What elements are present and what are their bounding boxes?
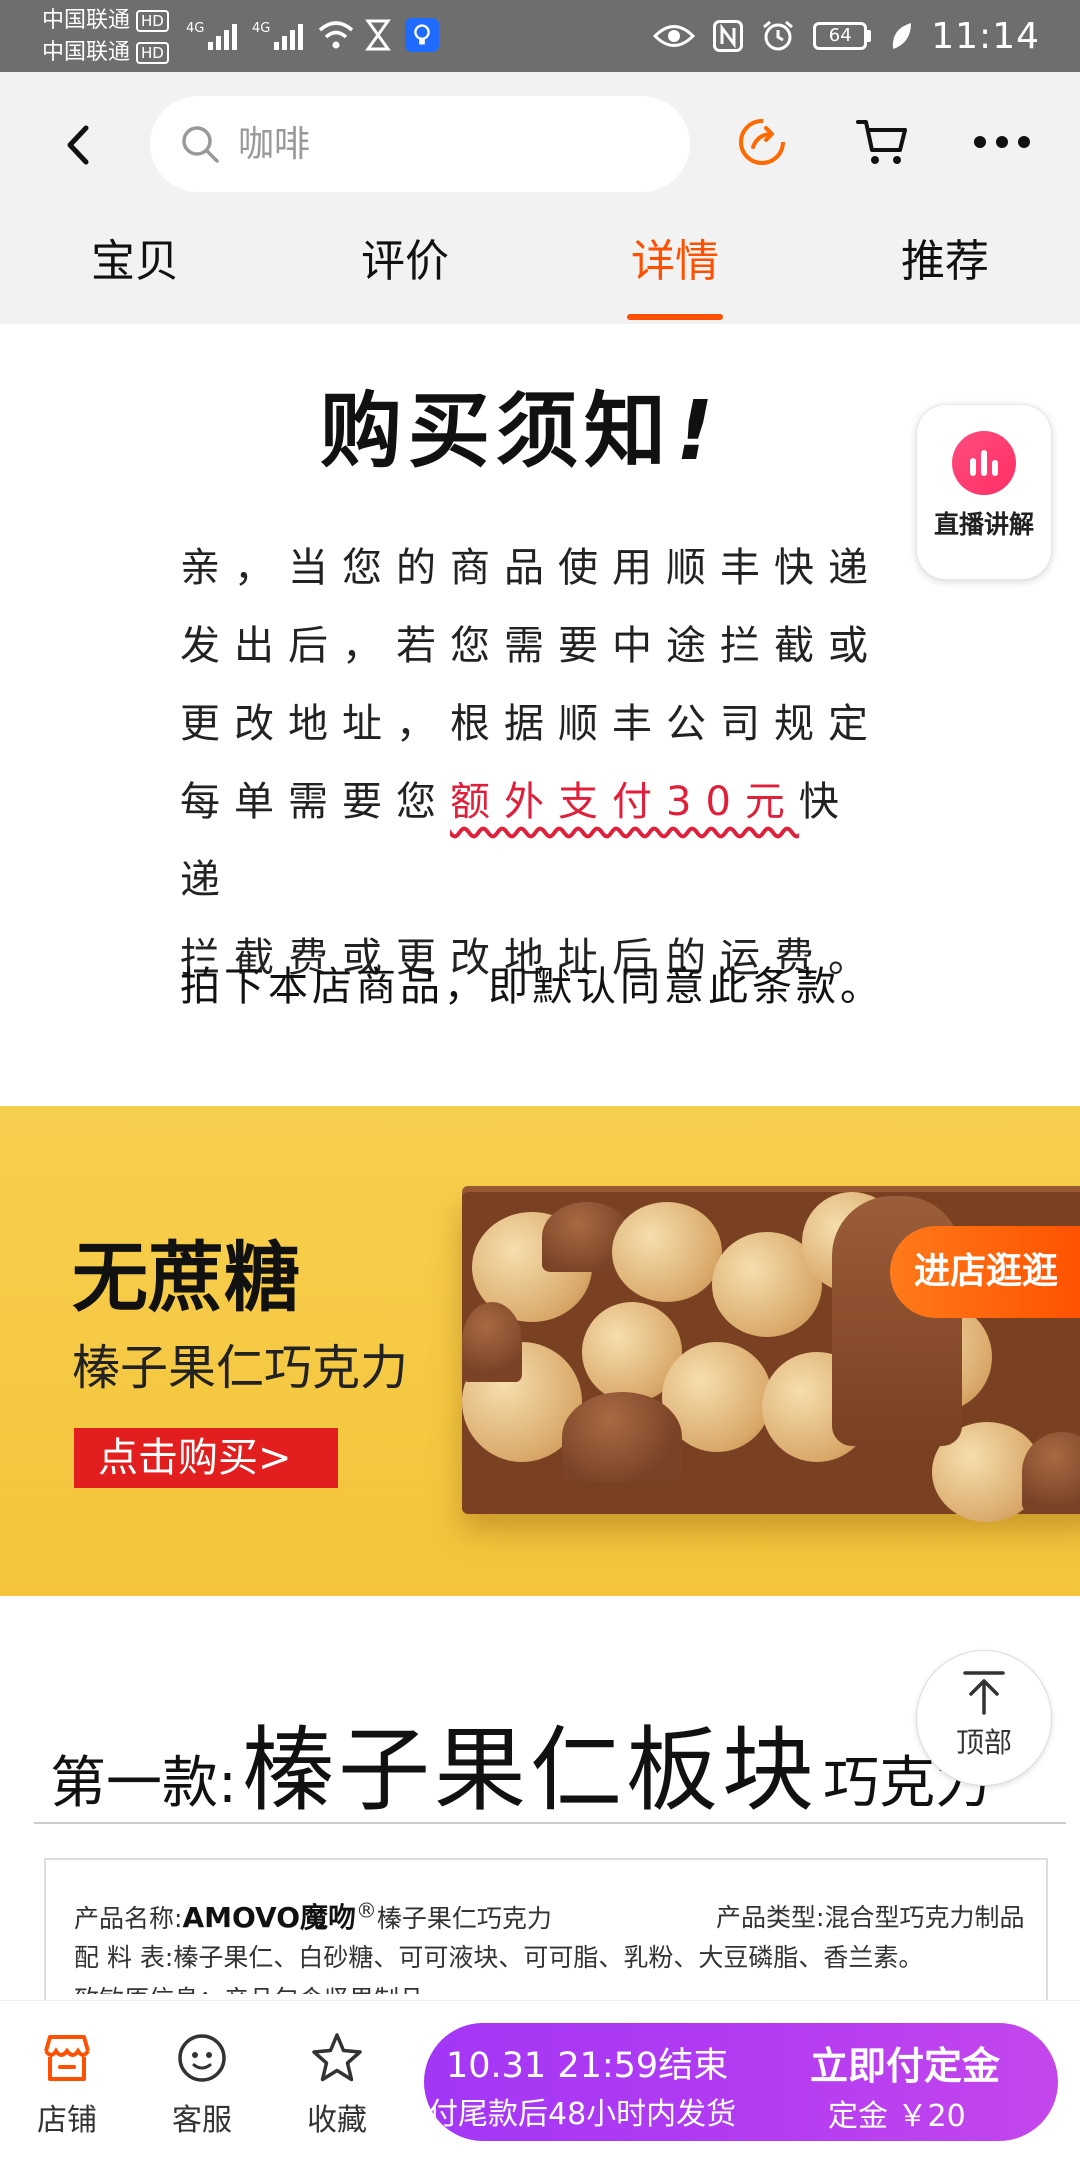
tab-details[interactable]: 详情 xyxy=(540,222,810,322)
spec-name-value: 榛子果仁巧克力 xyxy=(376,1904,552,1933)
product-name: 榛子果仁板块 xyxy=(241,1717,818,1824)
app-notification-icon xyxy=(405,18,439,52)
battery-indicator: 64 xyxy=(813,22,872,50)
notice-title-mark: ! xyxy=(676,384,720,479)
spec-type-row: 产品类型:混合型巧克力制品 xyxy=(716,1898,1024,1934)
product-heading: 第一款: 榛子果仁板块 巧克力 xyxy=(50,1696,991,1829)
banner-subtitle: 榛子果仁巧克力 xyxy=(72,1340,409,1396)
product-prefix: 第一款: xyxy=(50,1751,237,1816)
notice-body: 亲，当您的商品使用顺丰快递 发出后，若您需要中途拦截或 更改地址，根据顺丰公司规… xyxy=(180,529,900,997)
back-to-top-label: 顶部 xyxy=(955,1726,1012,1759)
shop-label: 店铺 xyxy=(37,2103,97,2138)
arrow-up-icon xyxy=(963,1671,1005,1715)
presale-end-time: 10.31 21:59结束 xyxy=(446,2046,729,2086)
notice-title: 购买须知! xyxy=(320,364,719,483)
svg-text:4G: 4G xyxy=(186,21,204,36)
more-icon xyxy=(974,136,1030,148)
hourglass-icon xyxy=(365,19,391,51)
shipping-note: 付尾款后48小时内发货 xyxy=(428,2097,737,2132)
back-icon xyxy=(67,125,89,165)
alarm-icon xyxy=(763,20,794,51)
hd-badge-1: HD xyxy=(136,10,169,32)
banner-buy-button[interactable]: 点击购买> xyxy=(74,1428,338,1488)
notice-title-text: 购买须知 xyxy=(320,384,673,479)
promo-banner[interactable]: 无蔗糖 榛子果仁巧克力 点击购买> xyxy=(0,1106,1080,1596)
tab-recommend[interactable]: 推荐 xyxy=(810,222,1080,322)
live-icon xyxy=(952,431,1016,495)
carrier-1-label: 中国联通 xyxy=(42,8,131,33)
wifi-icon xyxy=(318,21,354,49)
tab-bar: 宝贝 评价 详情 推荐 xyxy=(0,222,1080,322)
bottom-bar: 店铺 客服 收藏 10.31 21:59结束 付尾款后48小时内发货 立即付定金… xyxy=(0,2000,1080,2160)
search-icon xyxy=(182,126,219,163)
notice-line-2: 发出后，若您需要中途拦截或 xyxy=(180,623,882,669)
notice-line-3: 更改地址，根据顺丰公司规定 xyxy=(180,701,882,747)
notice-line-4: 每单需要您额外支付30元快递 xyxy=(180,763,900,919)
pay-deposit-label: 立即付定金 xyxy=(810,2044,1001,2088)
divider xyxy=(34,1822,1066,1824)
spec-type-value: 混合型巧克力制品 xyxy=(824,1903,1025,1932)
visit-store-button[interactable]: 进店逛逛 xyxy=(890,1226,1080,1318)
tab-reviews[interactable]: 评价 xyxy=(270,222,540,322)
spec-ingredients-label: 配 料 表: xyxy=(74,1943,174,1972)
notice-fee-highlight: 额外支付30元 xyxy=(450,779,799,825)
status-bar: 中国联通 HD 中国联通 HD 4G 4G 64 11:14 xyxy=(0,0,1080,72)
search-input[interactable] xyxy=(238,123,658,165)
deposit-amount: 定金 ￥20 xyxy=(828,2099,966,2134)
spec-ingredients-row: 配 料 表:榛子果仁、白砂糖、可可液块、可可脂、乳粉、大豆磷脂、香兰素。 xyxy=(74,1938,923,1974)
nfc-icon xyxy=(713,20,744,52)
carrier-2-label: 中国联通 xyxy=(42,40,131,65)
customer-service-button[interactable]: 客服 xyxy=(147,2031,257,2139)
signal-icon-2: 4G xyxy=(252,21,303,50)
shop-icon xyxy=(44,2035,90,2081)
battery-level: 64 xyxy=(813,22,868,50)
spec-allergen-row: 致敏原信息：产品包含坚果制品 xyxy=(74,1980,424,1994)
cart-icon xyxy=(856,120,907,164)
spec-allergen-partial: 致敏原信息：产品包含坚果制品 xyxy=(74,1985,424,1994)
share-button[interactable] xyxy=(722,102,802,182)
hd-badge-2: HD xyxy=(136,42,169,64)
spec-name-label: 产品名称: xyxy=(74,1904,183,1933)
service-label: 客服 xyxy=(172,2103,232,2138)
notice-footer: 拍下本店商品，即默认同意此条款。 xyxy=(180,964,884,1010)
eye-icon xyxy=(653,25,696,47)
live-explain-label: 直播讲解 xyxy=(933,510,1034,539)
search-box[interactable] xyxy=(150,96,690,192)
pay-deposit-button[interactable]: 10.31 21:59结束 付尾款后48小时内发货 立即付定金 定金 ￥20 xyxy=(424,2023,1058,2141)
brand-logo-text: AMOVO魔吻 xyxy=(182,1901,357,1934)
spec-type-label: 产品类型: xyxy=(716,1903,825,1932)
shop-button[interactable]: 店铺 xyxy=(12,2031,122,2139)
service-icon xyxy=(178,2034,226,2082)
live-explain-button[interactable]: 直播讲解 xyxy=(916,404,1052,580)
cart-button[interactable] xyxy=(842,102,922,182)
favorite-button[interactable]: 收藏 xyxy=(282,2031,392,2139)
tab-item[interactable]: 宝贝 xyxy=(0,222,270,322)
svg-text:4G: 4G xyxy=(252,21,270,36)
leaf-icon xyxy=(893,23,912,49)
header: 宝贝 评价 详情 推荐 xyxy=(0,72,1080,324)
back-to-top-button[interactable]: 顶部 xyxy=(916,1650,1052,1786)
more-button[interactable] xyxy=(962,102,1042,182)
carrier-1: 中国联通 HD xyxy=(42,8,169,34)
notice-line-1: 亲，当您的商品使用顺丰快递 xyxy=(180,545,882,591)
share-icon xyxy=(739,119,785,165)
banner-title: 无蔗糖 xyxy=(72,1233,300,1322)
notice-line-4a: 每单需要您 xyxy=(180,779,450,825)
status-right: 64 11:14 xyxy=(653,12,1040,60)
favorite-label: 收藏 xyxy=(307,2103,367,2138)
back-button[interactable] xyxy=(52,110,102,180)
star-icon xyxy=(312,2033,362,2082)
spec-ingredients-value: 榛子果仁、白砂糖、可可液块、可可脂、乳粉、大豆磷脂、香兰素。 xyxy=(173,1943,924,1972)
signal-icon-1: 4G xyxy=(186,21,237,50)
carrier-2: 中国联通 HD xyxy=(42,40,169,66)
spec-card: 产品名称:AMOVO魔吻®榛子果仁巧克力 产品类型:混合型巧克力制品 配 料 表… xyxy=(44,1858,1048,2008)
spec-name-row: 产品名称:AMOVO魔吻®榛子果仁巧克力 xyxy=(74,1896,552,1936)
clock: 11:14 xyxy=(931,15,1040,57)
registered-mark: ® xyxy=(356,1898,377,1923)
